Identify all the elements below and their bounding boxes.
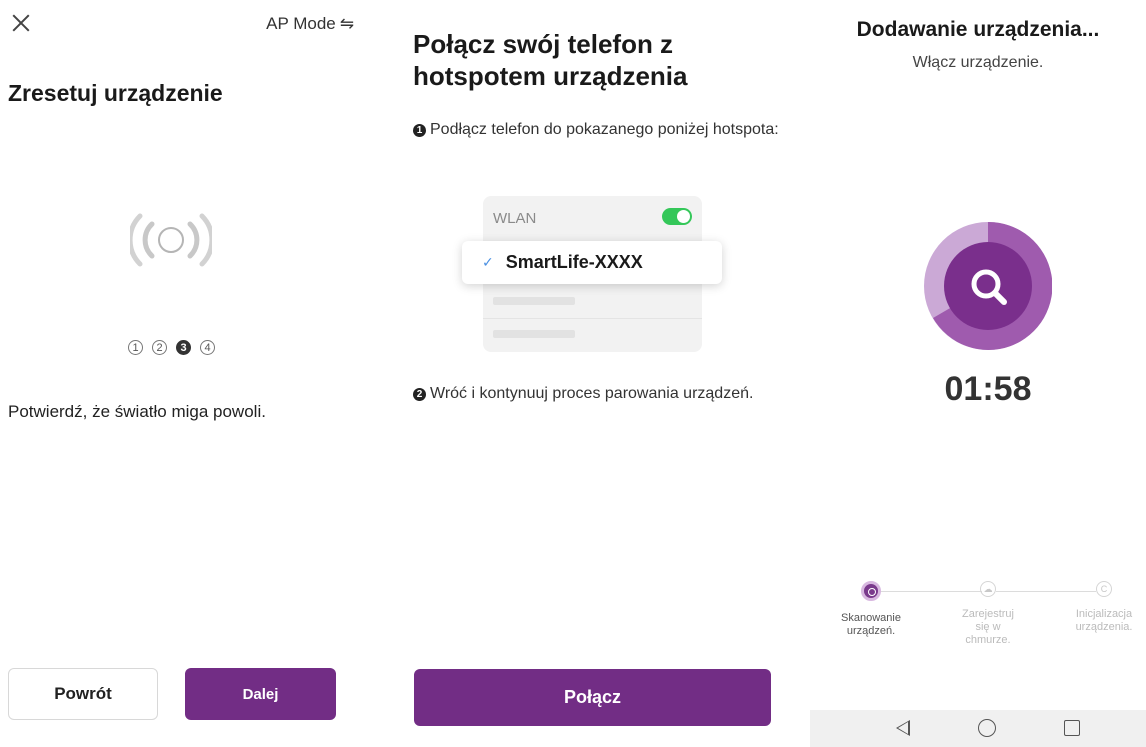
next-button[interactable]: Dalej bbox=[185, 668, 336, 720]
progress-step-scanning: Skanowanie urządzeń. bbox=[831, 578, 911, 638]
instruction-step-2: 2 Wróć i kontynuuj proces parowania urząd… bbox=[413, 384, 793, 404]
instruction-step-1: 1 Podłącz telefon do pokazanego poniżej h… bbox=[413, 120, 793, 140]
progress-step-label: Inicjalizacja urządzenia. bbox=[1075, 608, 1133, 633]
instruction-text: Potwierdź, że światło miga powoli. bbox=[8, 402, 266, 421]
progress-step-label: Skanowanie urządzeń. bbox=[841, 612, 901, 637]
reset-device-screen: AP Mode ⇋ Zresetuj urządzenie 1 2 3 4 Pot… bbox=[0, 0, 380, 747]
page-title: Dodawanie urządzenia... bbox=[856, 18, 1100, 41]
ap-mode-switch[interactable]: AP Mode ⇋ bbox=[266, 14, 354, 34]
step-3-active: 3 bbox=[176, 340, 191, 355]
progress-step-label: Zarejestruj się w chmurze. bbox=[962, 608, 1014, 646]
wlan-label: WLAN bbox=[493, 210, 537, 227]
countdown-timer: 01:58 bbox=[944, 370, 1032, 408]
connect-hotspot-screen: Połącz swój telefon z hotspotem urządzen… bbox=[380, 0, 810, 747]
init-icon: C bbox=[1096, 581, 1112, 597]
blinking-light-icon bbox=[130, 213, 212, 267]
page-title: Połącz swój telefon z hotspotem urządzen… bbox=[413, 29, 688, 91]
page-title: Zresetuj urządzenie bbox=[8, 80, 223, 106]
cloud-icon: ☁ bbox=[980, 581, 996, 597]
subtitle: Włącz urządzenie. bbox=[912, 54, 1044, 71]
step-2-text: Wróć i kontynuuj proces parowania urządz… bbox=[430, 385, 754, 402]
nav-back-icon[interactable] bbox=[896, 720, 910, 736]
android-nav-bar bbox=[810, 710, 1146, 747]
back-button[interactable]: Powrót bbox=[8, 668, 158, 720]
step-number-2: 2 bbox=[413, 388, 426, 401]
ap-mode-label: AP Mode bbox=[266, 14, 336, 33]
scanning-dot-icon bbox=[861, 581, 881, 601]
step-indicator: 1 2 3 4 bbox=[128, 340, 215, 355]
divider bbox=[483, 318, 702, 319]
close-icon[interactable] bbox=[10, 12, 32, 34]
progress-step-cloud: ☁ Zarejestruj się w chmurze. bbox=[948, 578, 1028, 647]
step-number-1: 1 bbox=[413, 124, 426, 137]
step-4: 4 bbox=[200, 340, 215, 355]
scanning-search-icon bbox=[924, 222, 1052, 350]
progress-steps: Skanowanie urządzeń. ☁ Zarejestruj się w… bbox=[810, 578, 1146, 668]
step-1: 1 bbox=[128, 340, 143, 355]
progress-step-init: C Inicjalizacja urządzenia. bbox=[1064, 578, 1144, 634]
nav-recent-apps-icon[interactable] bbox=[1064, 720, 1080, 736]
hotspot-ssid-card: ✓ SmartLife-XXXX bbox=[462, 241, 722, 284]
placeholder-bar bbox=[493, 297, 575, 305]
step-2: 2 bbox=[152, 340, 167, 355]
adding-device-screen: Dodawanie urządzenia... Włącz urządzenie… bbox=[810, 0, 1146, 747]
wlan-toggle bbox=[662, 208, 692, 225]
check-icon: ✓ bbox=[482, 254, 494, 270]
nav-home-icon[interactable] bbox=[978, 719, 996, 737]
placeholder-bar bbox=[493, 330, 575, 338]
swap-icon: ⇋ bbox=[339, 14, 354, 33]
ssid-label: SmartLife-XXXX bbox=[505, 252, 643, 272]
step-1-text: Podłącz telefon do pokazanego poniżej ho… bbox=[430, 121, 779, 138]
connect-button[interactable]: Połącz bbox=[414, 669, 771, 726]
